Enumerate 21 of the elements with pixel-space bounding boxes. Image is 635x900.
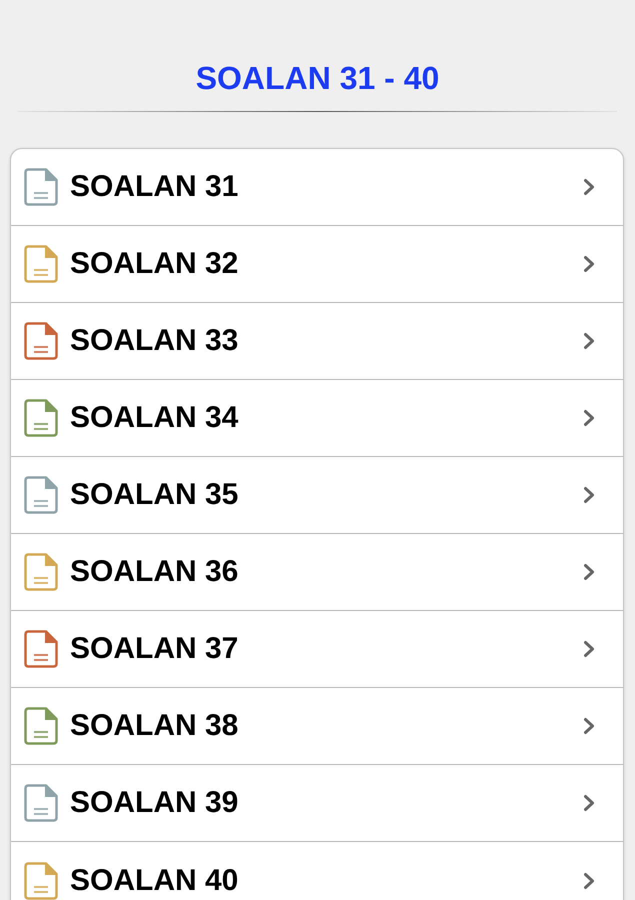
list-item[interactable]: SOALAN 38: [11, 688, 623, 765]
list-item[interactable]: SOALAN 34: [11, 380, 623, 457]
chevron-right-icon: [582, 331, 596, 351]
list-item[interactable]: SOALAN 36: [11, 534, 623, 611]
chevron-right-icon: [582, 639, 596, 659]
chevron-right-icon: [582, 716, 596, 736]
list-item[interactable]: SOALAN 35: [11, 457, 623, 534]
chevron-right-icon: [582, 177, 596, 197]
page-title: SOALAN 31 - 40: [196, 60, 440, 96]
list-item[interactable]: SOALAN 33: [11, 303, 623, 380]
chevron-right-icon: [582, 408, 596, 428]
list-item[interactable]: SOALAN 40: [11, 842, 623, 900]
chevron-right-icon: [582, 485, 596, 505]
chevron-right-icon: [582, 562, 596, 582]
chevron-right-icon: [582, 254, 596, 274]
list-item[interactable]: SOALAN 39: [11, 765, 623, 842]
list-item[interactable]: SOALAN 37: [11, 611, 623, 688]
list-item[interactable]: SOALAN 32: [11, 226, 623, 303]
chevron-right-icon: [582, 793, 596, 813]
chevron-right-icon: [582, 870, 596, 890]
list-item[interactable]: SOALAN 31: [11, 149, 623, 226]
